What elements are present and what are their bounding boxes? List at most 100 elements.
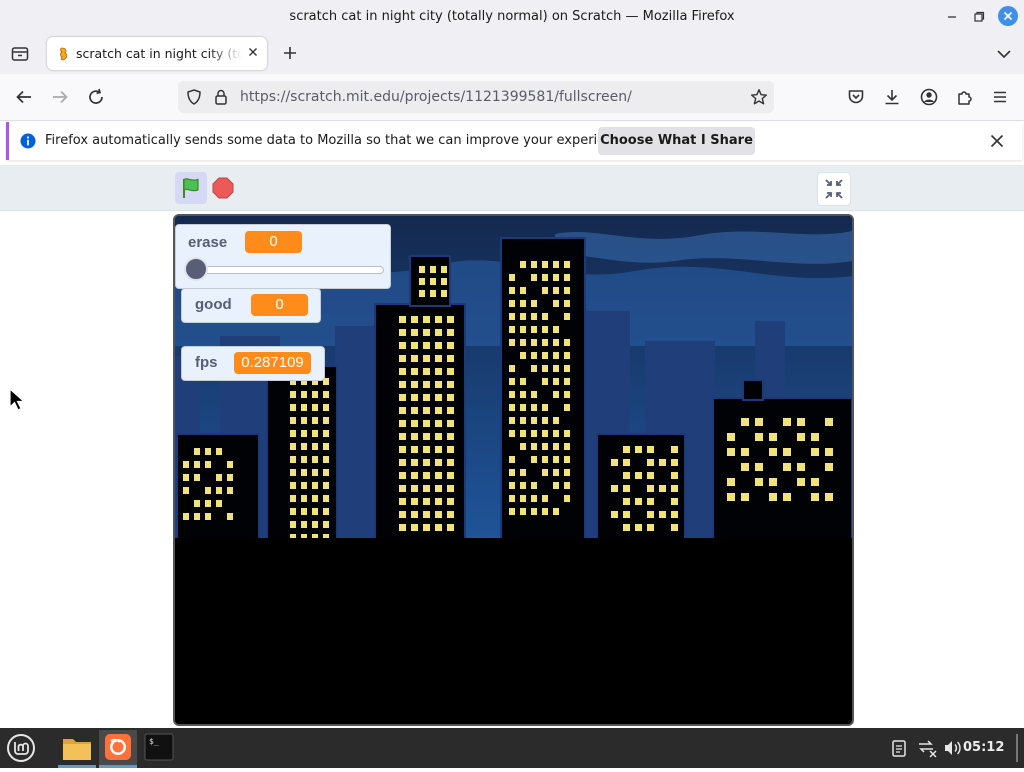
tracking-protection-shield-icon[interactable] — [185, 88, 203, 106]
building-window — [509, 287, 515, 294]
building-window — [553, 352, 559, 359]
building-window — [531, 365, 537, 372]
scratch-favicon-icon — [57, 46, 71, 61]
building-window — [323, 508, 329, 515]
svg-text:$_: $_ — [149, 737, 159, 746]
building-window — [671, 485, 678, 492]
slider-handle[interactable] — [184, 257, 208, 281]
building-window — [435, 394, 442, 401]
building-window — [227, 487, 233, 494]
building-window — [553, 300, 559, 307]
app-menu-button[interactable] — [990, 87, 1010, 107]
building-window — [447, 498, 454, 505]
account-button[interactable] — [919, 87, 939, 107]
reload-button[interactable] — [86, 87, 106, 107]
slider-track[interactable] — [184, 266, 384, 274]
project-stage[interactable]: erase 0 good 0 fps 0.287109 — [173, 214, 854, 726]
network-disconnected-icon[interactable] — [916, 738, 938, 758]
building-window — [611, 459, 618, 466]
building-window — [520, 339, 526, 346]
building-window — [769, 478, 777, 486]
bookmark-star-button[interactable] — [750, 88, 768, 106]
building-window — [419, 266, 425, 273]
info-icon — [20, 133, 36, 149]
building-window — [542, 365, 548, 372]
building-window — [323, 404, 329, 411]
building-window — [312, 495, 318, 502]
building-window — [520, 430, 526, 437]
downloads-button[interactable] — [882, 87, 902, 107]
minimize-button[interactable] — [943, 8, 961, 26]
pocket-button[interactable] — [846, 87, 866, 107]
building-window — [531, 456, 537, 463]
lock-icon[interactable] — [212, 88, 230, 106]
taskbar-terminal-button[interactable]: $_ — [140, 730, 178, 768]
building-window — [411, 368, 418, 375]
building-window — [509, 365, 515, 372]
volume-icon[interactable] — [942, 738, 962, 758]
back-button[interactable] — [14, 87, 34, 107]
green-flag-button[interactable] — [175, 172, 207, 204]
clock[interactable]: 05:12 — [963, 728, 1004, 768]
building-window — [647, 498, 654, 505]
building-window — [509, 404, 515, 411]
building-window — [797, 433, 805, 441]
pocket-icon — [848, 90, 864, 104]
building-window — [447, 511, 454, 518]
choose-what-i-share-button[interactable]: Choose What I Share — [598, 127, 755, 155]
building-window — [447, 342, 454, 349]
building-window — [447, 524, 454, 531]
notification-close-button[interactable] — [988, 132, 1006, 150]
building-window — [435, 446, 442, 453]
building-window — [741, 463, 749, 471]
forward-button[interactable] — [50, 87, 70, 107]
clipboard-icon[interactable] — [890, 738, 908, 758]
building-window — [435, 472, 442, 479]
variable-monitor-erase[interactable]: erase 0 — [175, 224, 391, 289]
building-window — [542, 443, 548, 450]
variable-monitor-good[interactable]: good 0 — [181, 288, 321, 323]
extensions-button[interactable] — [955, 87, 975, 107]
building-window — [647, 459, 654, 466]
linux-mint-menu-button[interactable] — [5, 733, 37, 763]
tab-close-button[interactable] — [244, 44, 262, 62]
building-window — [399, 459, 406, 466]
building-window — [509, 417, 515, 424]
maximize-button[interactable] — [970, 8, 988, 26]
building-window — [635, 524, 642, 531]
building-window — [399, 329, 406, 336]
building-window — [323, 521, 329, 528]
stop-button[interactable] — [212, 177, 234, 199]
exit-fullscreen-button[interactable] — [817, 172, 851, 206]
building-window — [671, 511, 678, 518]
taskbar-firefox-button[interactable] — [99, 730, 137, 768]
building-window — [423, 498, 430, 505]
tab-title: scratch cat in night city (totally norma… — [76, 46, 242, 61]
firefox-view-button[interactable] — [10, 44, 30, 64]
building-window — [435, 407, 442, 414]
building-window — [531, 313, 537, 320]
new-tab-button[interactable] — [280, 44, 300, 64]
close-window-button[interactable] — [998, 6, 1018, 26]
building-window — [290, 482, 296, 489]
building-window — [520, 378, 526, 385]
url-text[interactable]: https://scratch.mit.edu/projects/1121399… — [240, 81, 720, 113]
building-window — [323, 443, 329, 450]
monitor-value: 0.287109 — [234, 352, 311, 374]
show-desktop-button[interactable] — [1016, 734, 1018, 762]
building-window — [194, 500, 200, 507]
building-window — [542, 261, 548, 268]
building-window — [564, 313, 570, 320]
building-window — [183, 461, 189, 468]
firefox-view-icon — [11, 47, 29, 61]
building-window — [441, 290, 447, 297]
building-window — [435, 524, 442, 531]
building-window — [423, 459, 430, 466]
list-all-tabs-button[interactable] — [994, 44, 1014, 64]
building-window — [564, 443, 570, 450]
variable-monitor-fps[interactable]: fps 0.287109 — [181, 346, 325, 381]
taskbar-files-button[interactable] — [58, 730, 96, 768]
building-window — [447, 420, 454, 427]
building-window — [411, 433, 418, 440]
building-window — [647, 472, 654, 479]
